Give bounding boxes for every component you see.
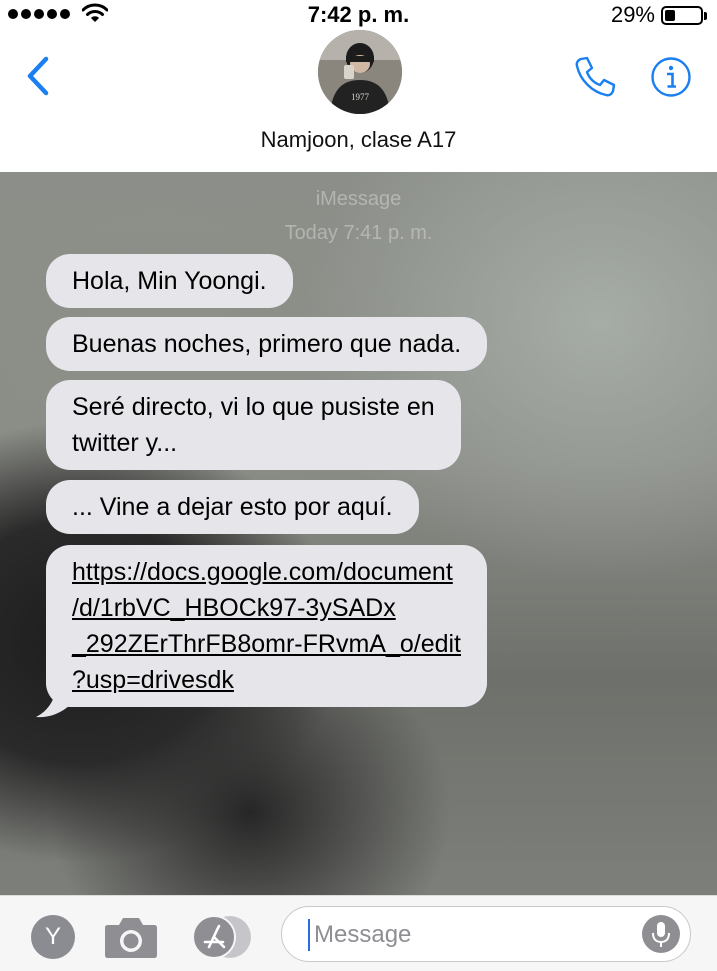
link-text-line[interactable]: _292ZErThrFB8omr-FRvmA_o/edit <box>72 626 461 662</box>
contact-avatar[interactable]: 1977 <box>318 30 402 114</box>
status-bar: 7:42 p. m. 29% <box>0 0 717 30</box>
app-store-icon[interactable] <box>191 915 253 959</box>
conversation-header: 1977 Namjoon, clase A17 <box>0 30 717 172</box>
info-icon[interactable] <box>650 56 692 98</box>
avatar-shirt-text: 1977 <box>351 92 370 102</box>
message-text: Hola, Min Yoongi. <box>72 267 267 295</box>
avatar-photo: 1977 <box>318 30 402 114</box>
message-bubble[interactable]: Seré directo, vi lo que pusiste en twitt… <box>46 380 461 470</box>
camera-icon[interactable] <box>104 913 158 959</box>
message-bubble[interactable]: Buenas noches, primero que nada. <box>46 317 488 371</box>
message-text: ... Vine a dejar esto por aquí. <box>72 493 393 521</box>
message-bubble[interactable]: ... Vine a dejar esto por aquí. <box>46 480 419 534</box>
message-input-bar: Y Message <box>0 895 717 971</box>
message-bubble[interactable]: Hola, Min Yoongi. <box>46 254 293 308</box>
contact-name[interactable]: Namjoon, clase A17 <box>0 127 717 153</box>
microphone-icon <box>652 922 670 947</box>
conversation-view[interactable]: iMessage Today 7:41 p. m. Hola, Min Yoon… <box>0 172 717 895</box>
phone-icon[interactable] <box>572 54 618 100</box>
link-text-line[interactable]: /d/1rbVC_HBOCk97-3ySADx <box>72 590 461 626</box>
link-text-line[interactable]: https://docs.google.com/document <box>72 554 461 590</box>
apps-button[interactable]: Y <box>31 915 75 959</box>
service-label: iMessage <box>315 188 402 210</box>
message-placeholder: Message <box>314 921 412 948</box>
bubble-tail <box>36 685 70 718</box>
link-text-line[interactable]: ?usp=drivesdk <box>72 662 461 698</box>
battery-fill <box>665 10 675 21</box>
microphone-button[interactable] <box>642 915 680 953</box>
battery-icon <box>661 6 707 25</box>
battery-percent: 29% <box>610 2 655 27</box>
message-timestamp: Today 7:41 p. m. <box>284 222 433 244</box>
message-text: Buenas noches, primero que nada. <box>72 330 462 358</box>
message-text-line: Seré directo, vi lo que pusiste en <box>72 393 435 421</box>
text-cursor <box>308 919 310 951</box>
back-chevron-icon[interactable] <box>22 54 56 98</box>
message-bubble-link[interactable]: https://docs.google.com/document /d/1rbV… <box>46 545 488 707</box>
status-time: 7:42 p. m. <box>307 2 410 27</box>
message-input[interactable]: Message <box>281 906 691 962</box>
message-text-line: twitter y... <box>72 429 178 457</box>
